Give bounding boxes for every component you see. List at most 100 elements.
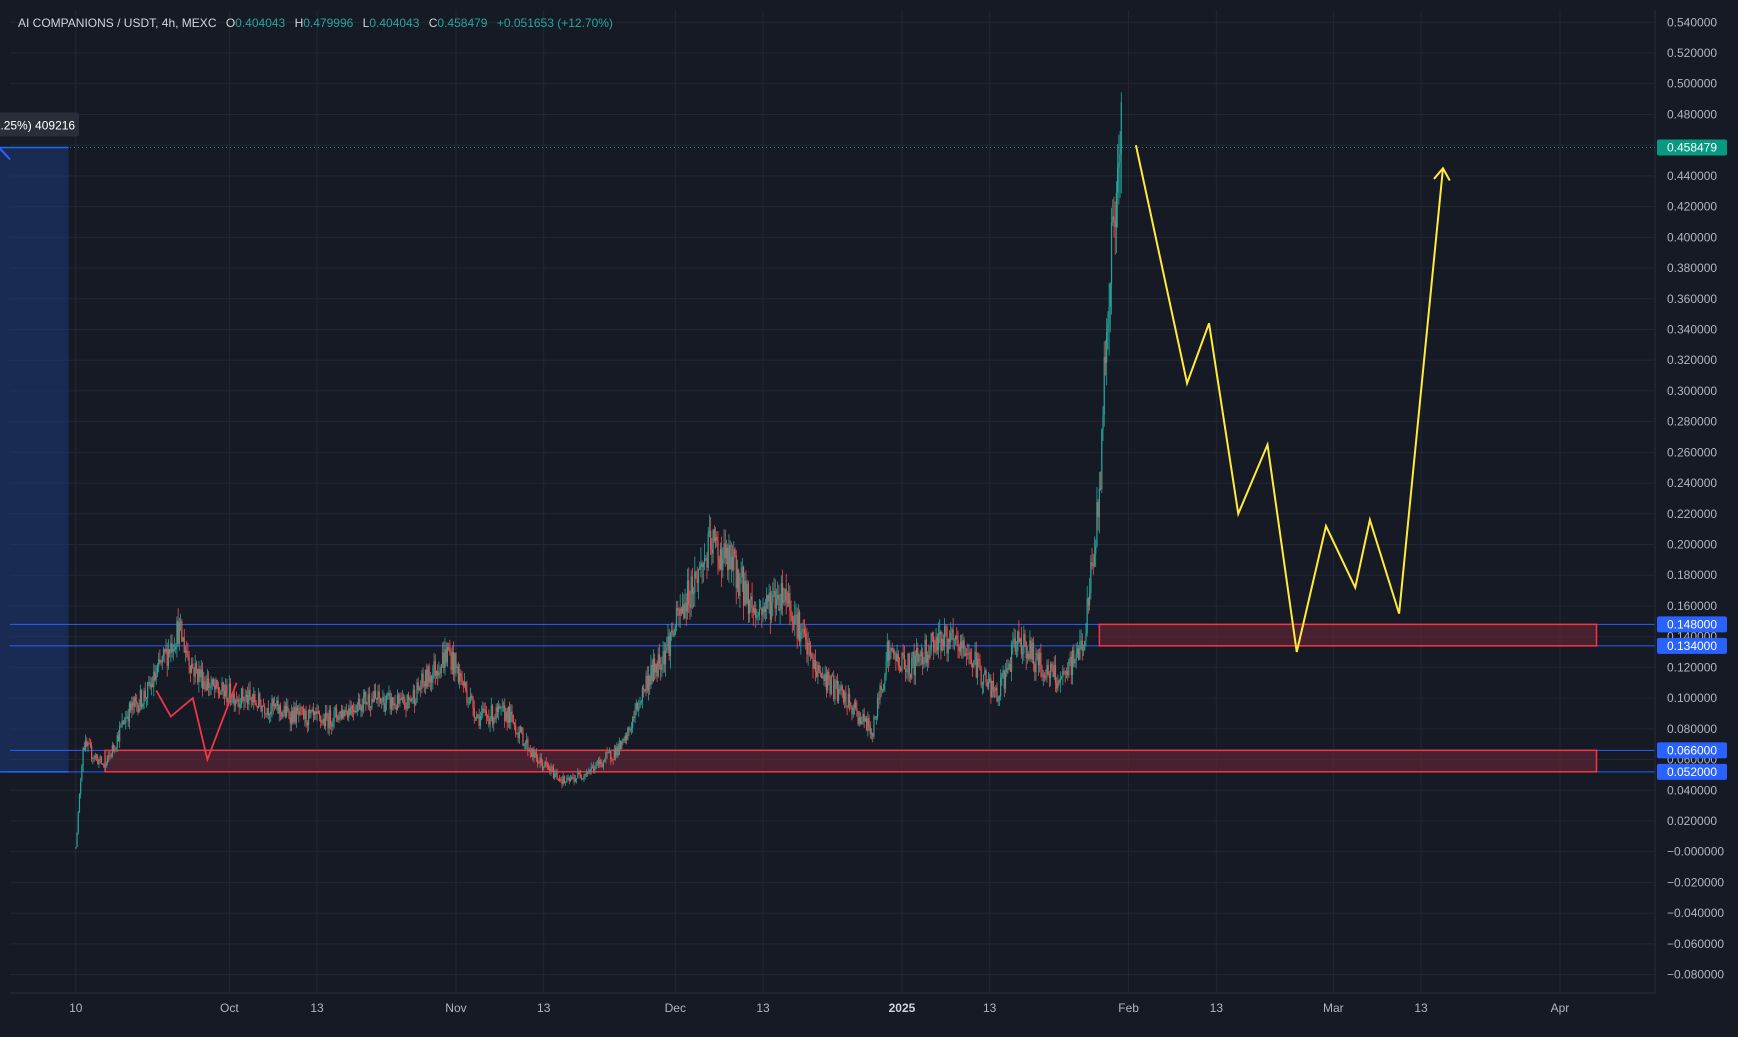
measure-range-box[interactable] <box>0 147 69 772</box>
candle-body <box>268 714 271 716</box>
candle-body <box>328 709 330 729</box>
candle-body <box>435 671 438 676</box>
candle-body <box>661 663 663 670</box>
candle-body <box>716 536 718 541</box>
candle-body <box>94 755 96 759</box>
candle-body <box>228 683 230 699</box>
demand-zone[interactable] <box>104 749 1598 773</box>
candle-body <box>595 762 597 768</box>
candle-body <box>165 648 167 652</box>
candle-body <box>768 592 770 602</box>
candle-body <box>237 699 239 702</box>
candle-body <box>411 698 413 702</box>
candle-body <box>437 671 439 676</box>
candle-body <box>304 710 306 719</box>
candle-body <box>412 689 414 699</box>
candle-body <box>942 638 944 646</box>
candle-body <box>752 607 754 613</box>
candle-body <box>818 664 820 672</box>
candle-body <box>918 655 920 663</box>
price-tick-label: 0.040000 <box>1667 783 1717 797</box>
candle-body <box>801 629 803 633</box>
candle-body <box>519 726 522 733</box>
candle-body <box>616 746 618 757</box>
candle-body <box>323 718 325 727</box>
candle-body <box>494 717 496 719</box>
candle-body <box>318 713 321 716</box>
candle-body <box>584 773 586 777</box>
candle-body <box>1024 634 1026 642</box>
candle-body <box>448 647 450 650</box>
candle-body <box>739 578 741 597</box>
candle-body <box>714 536 717 542</box>
candle-body <box>338 713 340 720</box>
candle-body <box>306 722 308 726</box>
price-tick-label: 0.260000 <box>1667 445 1717 459</box>
candle-body <box>204 681 206 685</box>
candle-body <box>200 669 202 678</box>
candle-body <box>755 608 757 618</box>
candle-body <box>827 671 829 691</box>
candle-body <box>384 703 386 712</box>
candle-body <box>896 654 898 662</box>
candle-body <box>155 674 157 680</box>
candle-body <box>947 639 949 654</box>
candle-body <box>429 676 431 683</box>
candle-body <box>1051 663 1053 669</box>
candle-body <box>422 673 424 684</box>
price-tick-label: 0.360000 <box>1667 292 1717 306</box>
candle-body <box>1097 502 1099 518</box>
candle-body <box>1028 653 1030 659</box>
candle-body <box>957 638 959 647</box>
candle-body <box>769 592 771 620</box>
candle-body <box>289 717 291 724</box>
candle-body <box>454 653 456 674</box>
candle-body <box>311 709 313 712</box>
candle-body <box>762 606 764 616</box>
candle-body <box>962 640 964 649</box>
candle-body <box>549 768 551 772</box>
candle-body <box>803 629 806 634</box>
candle-body <box>777 594 779 599</box>
candle-body <box>377 691 379 700</box>
candle-body <box>409 698 411 700</box>
candle-body <box>402 696 405 699</box>
candle-body <box>489 719 491 725</box>
price-tick-label: 0.160000 <box>1667 599 1717 613</box>
candle-body <box>413 689 416 705</box>
projection-path[interactable] <box>1134 144 1444 653</box>
candle-body <box>257 693 260 708</box>
candle-body <box>872 733 874 737</box>
candle-body <box>281 712 283 718</box>
candle-body <box>125 717 127 724</box>
candle-body <box>1070 656 1072 676</box>
candle-body <box>617 746 619 755</box>
candle-body <box>911 657 913 679</box>
chart-canvas[interactable]: 0.409216 (799.25%) 409216 0.540000 0.5200… <box>0 0 1738 1032</box>
candle-body <box>1113 216 1115 220</box>
candle-body <box>434 661 436 676</box>
candle-body <box>267 708 269 715</box>
candle-body <box>729 544 731 570</box>
candle-body <box>372 698 374 702</box>
candle-body <box>685 602 687 612</box>
price-tick-label: 0.200000 <box>1667 538 1717 552</box>
chart-area[interactable]: 0.409216 (799.25%) 409216 0.540000 0.5200… <box>0 0 1738 1032</box>
candle-body <box>561 779 563 785</box>
candle-body <box>427 666 429 687</box>
candle-body <box>176 620 178 647</box>
symbol-legend: AI COMPANIONS / USDT, 4h, MEXC O0.404043… <box>18 16 613 30</box>
candle-body <box>179 621 182 623</box>
candle-body <box>309 709 311 714</box>
candle-body <box>149 681 151 688</box>
time-axis: 10 Oct 13 Nov 13 Dec 13 2025 13 Feb 13 Mar 13 Apr <box>10 992 1655 1015</box>
candle-body <box>908 653 910 675</box>
demand-zone[interactable] <box>1098 623 1598 647</box>
candle-body <box>398 694 400 704</box>
candle-body <box>772 594 774 603</box>
candle-body <box>128 703 131 722</box>
candle-body <box>444 649 446 668</box>
candle-body <box>120 725 122 727</box>
candle-body <box>359 699 361 710</box>
candle-body <box>555 772 557 774</box>
